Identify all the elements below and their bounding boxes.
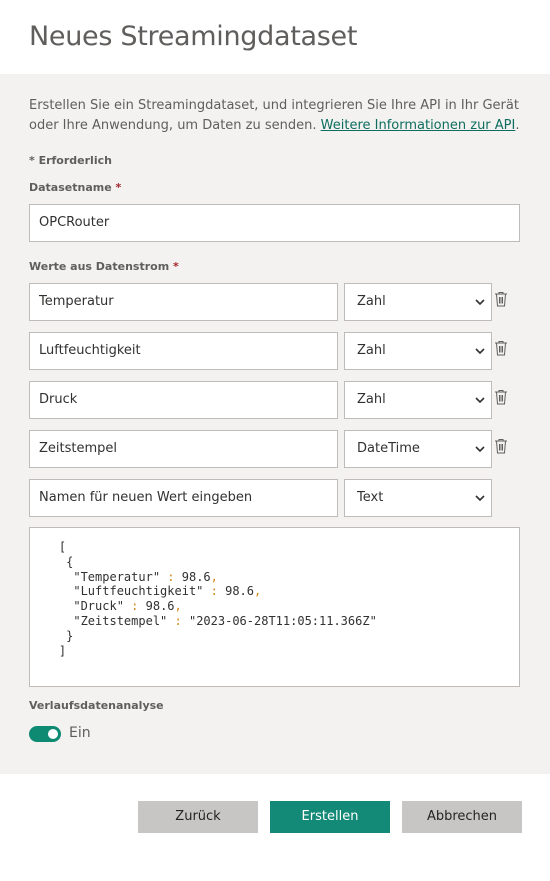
- dialog-body: Erstellen Sie ein Streamingdataset, und …: [0, 74, 550, 774]
- values-label: Werte aus Datenstrom *: [29, 260, 179, 273]
- value-type-select[interactable]: DateTime: [344, 430, 492, 468]
- json-close-brace: }: [66, 628, 74, 643]
- history-label: Verlaufsdatenanalyse: [29, 699, 164, 712]
- json-comma: ,: [210, 569, 218, 584]
- chevron-down-icon: [475, 397, 485, 404]
- value-name: Temperatur: [39, 294, 114, 309]
- json-sep: :: [167, 613, 189, 628]
- learn-more-link[interactable]: Weitere Informationen zur API: [321, 118, 516, 133]
- new-value-type: Text: [357, 490, 384, 505]
- json-key: "Druck": [73, 599, 124, 614]
- json-line: "Temperatur" : 98.6,: [30, 570, 218, 584]
- description-end: .: [515, 118, 520, 133]
- dataset-name-input[interactable]: OPCRouter: [29, 204, 520, 242]
- json-line: }: [30, 629, 73, 643]
- chevron-down-icon: [475, 299, 485, 306]
- required-note: * Erforderlich: [29, 154, 112, 167]
- json-comma: ,: [254, 584, 262, 599]
- value-name: Luftfeuchtigkeit: [39, 343, 141, 358]
- json-value: "2023-06-28T11:05:11.366Z": [188, 613, 377, 628]
- dataset-name-label: Datasetname *: [29, 181, 121, 194]
- value-name-input[interactable]: Zeitstempel: [29, 430, 338, 468]
- json-sep: :: [160, 569, 182, 584]
- json-open-bracket: [: [58, 540, 67, 554]
- json-line: {: [30, 555, 73, 569]
- value-name-input[interactable]: Druck: [29, 381, 338, 419]
- json-close-bracket: ]: [58, 643, 67, 658]
- required-star: *: [173, 260, 179, 273]
- history-toggle[interactable]: [29, 726, 61, 742]
- chevron-down-icon: [475, 446, 485, 453]
- value-type: Zahl: [357, 343, 386, 358]
- back-button[interactable]: Zurück: [138, 801, 258, 833]
- json-comma: ,: [174, 599, 182, 614]
- value-type-select[interactable]: Zahl: [344, 332, 492, 370]
- new-value-placeholder: Namen für neuen Wert eingeben: [39, 490, 253, 505]
- json-line: [: [30, 540, 66, 554]
- json-line: "Druck" : 98.6,: [30, 599, 182, 614]
- json-value: 98.6: [145, 599, 175, 614]
- json-key: "Zeitstempel": [73, 613, 168, 628]
- dialog-title: Neues Streamingdataset: [29, 21, 358, 52]
- toggle-knob: [48, 729, 58, 739]
- cancel-button[interactable]: Abbrechen: [402, 801, 522, 833]
- value-name: Zeitstempel: [39, 441, 118, 456]
- value-type-select[interactable]: Zahl: [344, 381, 492, 419]
- description: Erstellen Sie ein Streamingdataset, und …: [29, 96, 524, 136]
- required-star: *: [115, 181, 122, 194]
- json-sep: :: [123, 599, 146, 614]
- value-name: Druck: [39, 392, 78, 407]
- trash-icon[interactable]: [494, 389, 508, 405]
- value-name-input[interactable]: Temperatur: [29, 283, 338, 321]
- toggle-state-label: Ein: [69, 725, 91, 741]
- new-value-input[interactable]: Namen für neuen Wert eingeben: [29, 479, 338, 517]
- json-sep: :: [203, 584, 226, 599]
- json-preview: [ { "Temperatur" : 98.6, "Luftfeuchtigke…: [29, 527, 520, 687]
- value-type-select[interactable]: Zahl: [344, 283, 492, 321]
- json-value: 98.6: [225, 584, 254, 599]
- dialog-header: Neues Streamingdataset: [0, 0, 550, 74]
- value-name-input[interactable]: Luftfeuchtigkeit: [29, 332, 338, 370]
- dataset-name-value: OPCRouter: [39, 215, 110, 230]
- chevron-down-icon: [475, 495, 485, 502]
- trash-icon[interactable]: [494, 340, 508, 356]
- value-type: Zahl: [357, 392, 386, 407]
- json-value: 98.6: [181, 569, 211, 584]
- chevron-down-icon: [475, 348, 485, 355]
- trash-icon[interactable]: [494, 438, 508, 454]
- value-type: DateTime: [357, 441, 420, 456]
- json-key: "Luftfeuchtigkeit": [73, 584, 204, 599]
- dataset-name-label-text: Datasetname: [29, 181, 112, 194]
- json-key: "Temperatur": [73, 569, 161, 584]
- new-value-type-select[interactable]: Text: [344, 479, 492, 517]
- values-label-text: Werte aus Datenstrom: [29, 260, 170, 273]
- value-type: Zahl: [357, 294, 386, 309]
- json-line: "Zeitstempel" : "2023-06-28T11:05:11.366…: [30, 613, 377, 628]
- json-line: "Luftfeuchtigkeit" : 98.6,: [30, 584, 261, 598]
- json-line: ]: [30, 644, 66, 658]
- create-button[interactable]: Erstellen: [270, 801, 390, 833]
- json-open-brace: {: [66, 554, 74, 569]
- trash-icon[interactable]: [494, 291, 508, 307]
